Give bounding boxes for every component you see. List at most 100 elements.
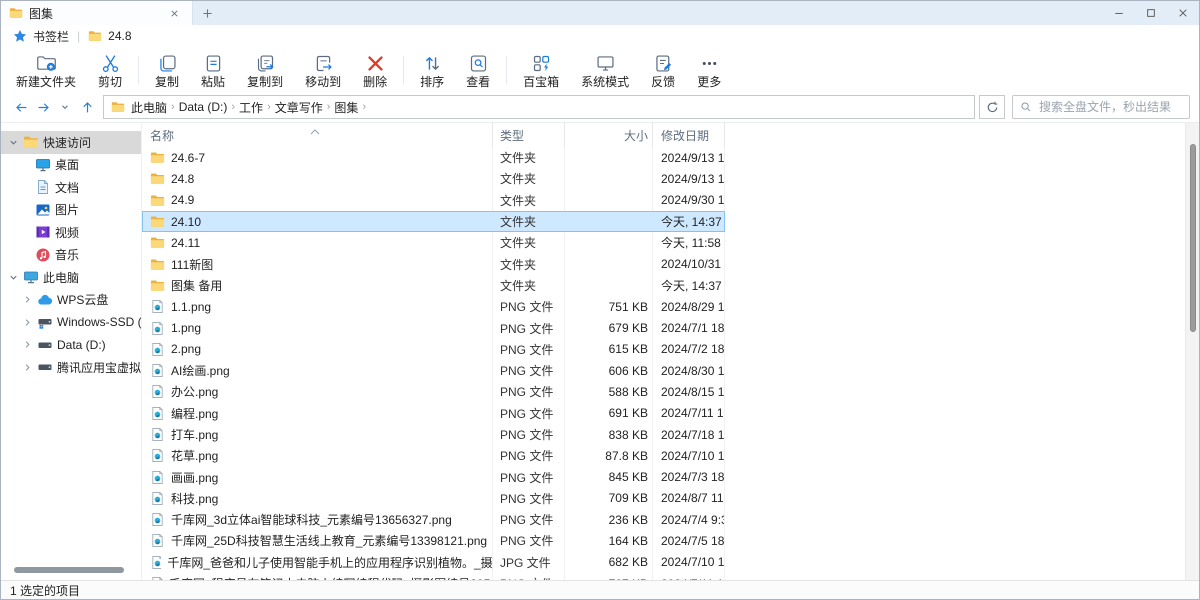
new-folder-button[interactable]: 新建文件夹 (5, 47, 87, 92)
bookmark-bar-label[interactable]: 书签栏 (33, 28, 69, 45)
up-button[interactable] (76, 96, 98, 118)
new-tab-button[interactable] (193, 1, 221, 25)
table-row[interactable]: 2.pngPNG 文件615 KB2024/7/2 18:04 (142, 339, 725, 360)
bookmark-bar: 书签栏 | 24.8 (1, 25, 1199, 47)
main-area: 快速访问桌面文档图片视频音乐此电脑WPS云盘Windows-SSD (C:) Da… (1, 123, 1199, 580)
row-name-cell: 24.6-7 (142, 147, 493, 168)
sidebar-item-data--d--[interactable]: Data (D:) (1, 334, 141, 357)
table-row[interactable]: 画画.pngPNG 文件845 KB2024/7/3 18:30 (142, 466, 725, 487)
table-row[interactable]: 千库网_25D科技智慧生活线上教育_元素编号13398121.pngPNG 文件… (142, 530, 725, 551)
table-row[interactable]: 科技.pngPNG 文件709 KB2024/8/7 11:35 (142, 488, 725, 509)
copy-button[interactable]: 复制 (144, 47, 190, 92)
copy-to-button[interactable]: 复制到 (236, 47, 294, 92)
table-row[interactable]: 千库网_爸爸和儿子使用智能手机上的应用程序识别植物。_摄影图编号1841217.… (142, 552, 725, 573)
file-name: 111新图 (171, 256, 213, 273)
feedback-button[interactable]: 反馈 (640, 47, 686, 92)
table-row[interactable]: 千库网_程序员在笔记本电脑上编写编程代码_摄影图编号20511011.pngPN… (142, 573, 725, 580)
table-row[interactable]: 花草.pngPNG 文件87.8 KB2024/7/10 13:... (142, 445, 725, 466)
refresh-button[interactable] (979, 95, 1005, 119)
sidebar-item-视频[interactable]: 视频 (1, 221, 141, 244)
image-file-icon (150, 342, 165, 357)
chevron-down-icon[interactable] (7, 271, 19, 283)
search-box[interactable] (1012, 95, 1190, 119)
table-row[interactable]: 1.1.pngPNG 文件751 KB2024/8/29 14:... (142, 296, 725, 317)
breadcrumb-segment[interactable]: 此电脑 (128, 99, 170, 116)
search-input[interactable] (1037, 99, 1182, 115)
chevron-down-icon[interactable] (7, 136, 19, 148)
chevron-right-icon[interactable] (21, 339, 33, 351)
image-file-icon (150, 384, 165, 399)
back-button[interactable] (10, 96, 32, 118)
row-date-cell: 2024/7/3 18:30 (653, 466, 725, 487)
sidebar-item-label: Data (D:) (57, 338, 106, 352)
row-type-cell: PNG 文件 (493, 573, 565, 580)
breadcrumb-segment[interactable]: 工作 (236, 99, 266, 116)
table-row[interactable]: 图集 备用文件夹今天, 14:37 (142, 275, 725, 296)
move-to-button[interactable]: 移动到 (294, 47, 352, 92)
sidebar-item-桌面[interactable]: 桌面 (1, 154, 141, 177)
file-name: 编程.png (171, 405, 218, 422)
tab-active[interactable]: 图集 (1, 1, 193, 25)
column-header-type[interactable]: 类型 (493, 123, 565, 147)
table-row[interactable]: 办公.pngPNG 文件588 KB2024/8/15 17:... (142, 381, 725, 402)
breadcrumb-segment[interactable]: 图集 (331, 99, 361, 116)
column-header-date[interactable]: 修改日期 (653, 123, 725, 147)
table-row[interactable]: 编程.pngPNG 文件691 KB2024/7/11 18:... (142, 403, 725, 424)
table-row[interactable]: 1.pngPNG 文件679 KB2024/7/1 18:04 (142, 317, 725, 338)
breadcrumb-segment[interactable]: 文章写作 (272, 99, 326, 116)
maximize-button[interactable] (1135, 1, 1167, 25)
toolbox-button[interactable]: 百宝箱 (512, 47, 570, 92)
forward-button[interactable] (32, 96, 54, 118)
breadcrumb-segment[interactable]: Data (D:) (176, 100, 231, 114)
table-row[interactable]: 24.10文件夹今天, 14:37 (142, 211, 725, 232)
table-row[interactable]: 24.9文件夹2024/9/30 18:... (142, 190, 725, 211)
table-row[interactable]: AI绘画.pngPNG 文件606 KB2024/8/30 12:... (142, 360, 725, 381)
file-list: 名称 类型 大小 修改日期 24.6-7文件夹2024/9/13 14:...2… (141, 123, 1199, 580)
folder-icon (88, 29, 102, 43)
sidebar-item-图片[interactable]: 图片 (1, 199, 141, 222)
breadcrumb[interactable]: 此电脑›Data (D:)›工作›文章写作›图集› (103, 95, 975, 119)
row-date-cell: 今天, 11:58 (653, 232, 725, 253)
row-type-cell: PNG 文件 (493, 445, 565, 466)
vertical-scrollbar[interactable] (1185, 123, 1199, 580)
close-button[interactable] (1167, 1, 1199, 25)
row-type-cell: PNG 文件 (493, 488, 565, 509)
row-type-cell: 文件夹 (493, 253, 565, 274)
sort-button[interactable]: 排序 (409, 47, 455, 92)
cut-button[interactable]: 剪切 (87, 47, 133, 92)
chevron-right-icon[interactable] (21, 361, 33, 373)
table-row[interactable]: 24.11文件夹今天, 11:58 (142, 232, 725, 253)
tab-bar: 图集 (1, 1, 1199, 25)
table-row[interactable]: 千库网_3d立体ai智能球科技_元素编号13656327.pngPNG 文件23… (142, 509, 725, 530)
image-file-icon (150, 491, 165, 506)
videos-icon (35, 224, 51, 240)
table-row[interactable]: 24.6-7文件夹2024/9/13 14:... (142, 147, 725, 168)
sidebar-item-快速访问[interactable]: 快速访问 (1, 131, 141, 154)
table-row[interactable]: 24.8文件夹2024/9/13 14:... (142, 168, 725, 189)
column-header-name[interactable]: 名称 (142, 123, 493, 147)
more-button-label: 更多 (697, 76, 721, 89)
history-chevron-down-icon[interactable] (54, 96, 76, 118)
bookmark-item[interactable]: 24.8 (108, 29, 131, 43)
sidebar-item-windows-ssd--c--[interactable]: Windows-SSD (C:) (1, 311, 141, 334)
delete-button[interactable]: 删除 (352, 47, 398, 92)
tab-close-icon[interactable] (164, 1, 184, 25)
chevron-right-icon[interactable] (21, 294, 33, 306)
view-button[interactable]: 查看 (455, 47, 501, 92)
vertical-scrollbar-thumb[interactable] (1190, 144, 1196, 332)
paste-button[interactable]: 粘贴 (190, 47, 236, 92)
sidebar-item-腾讯应用宝虚拟磁盘--t--[interactable]: 腾讯应用宝虚拟磁盘 (T:) (1, 356, 141, 379)
table-row[interactable]: 打车.pngPNG 文件838 KB2024/7/18 12:... (142, 424, 725, 445)
sidebar-horizontal-scrollbar-thumb[interactable] (14, 567, 124, 573)
sidebar-item-此电脑[interactable]: 此电脑 (1, 266, 141, 289)
sidebar-item-音乐[interactable]: 音乐 (1, 244, 141, 267)
more-button[interactable]: 更多 (686, 47, 732, 92)
table-row[interactable]: 111新图文件夹2024/10/31 1... (142, 253, 725, 274)
sidebar-item-文档[interactable]: 文档 (1, 176, 141, 199)
sidebar-item-wps云盘[interactable]: WPS云盘 (1, 289, 141, 312)
system-mode-button[interactable]: 系统模式 (570, 47, 640, 92)
minimize-button[interactable] (1103, 1, 1135, 25)
chevron-right-icon[interactable] (21, 316, 33, 328)
column-header-size[interactable]: 大小 (565, 123, 653, 147)
cut-icon (100, 53, 121, 74)
